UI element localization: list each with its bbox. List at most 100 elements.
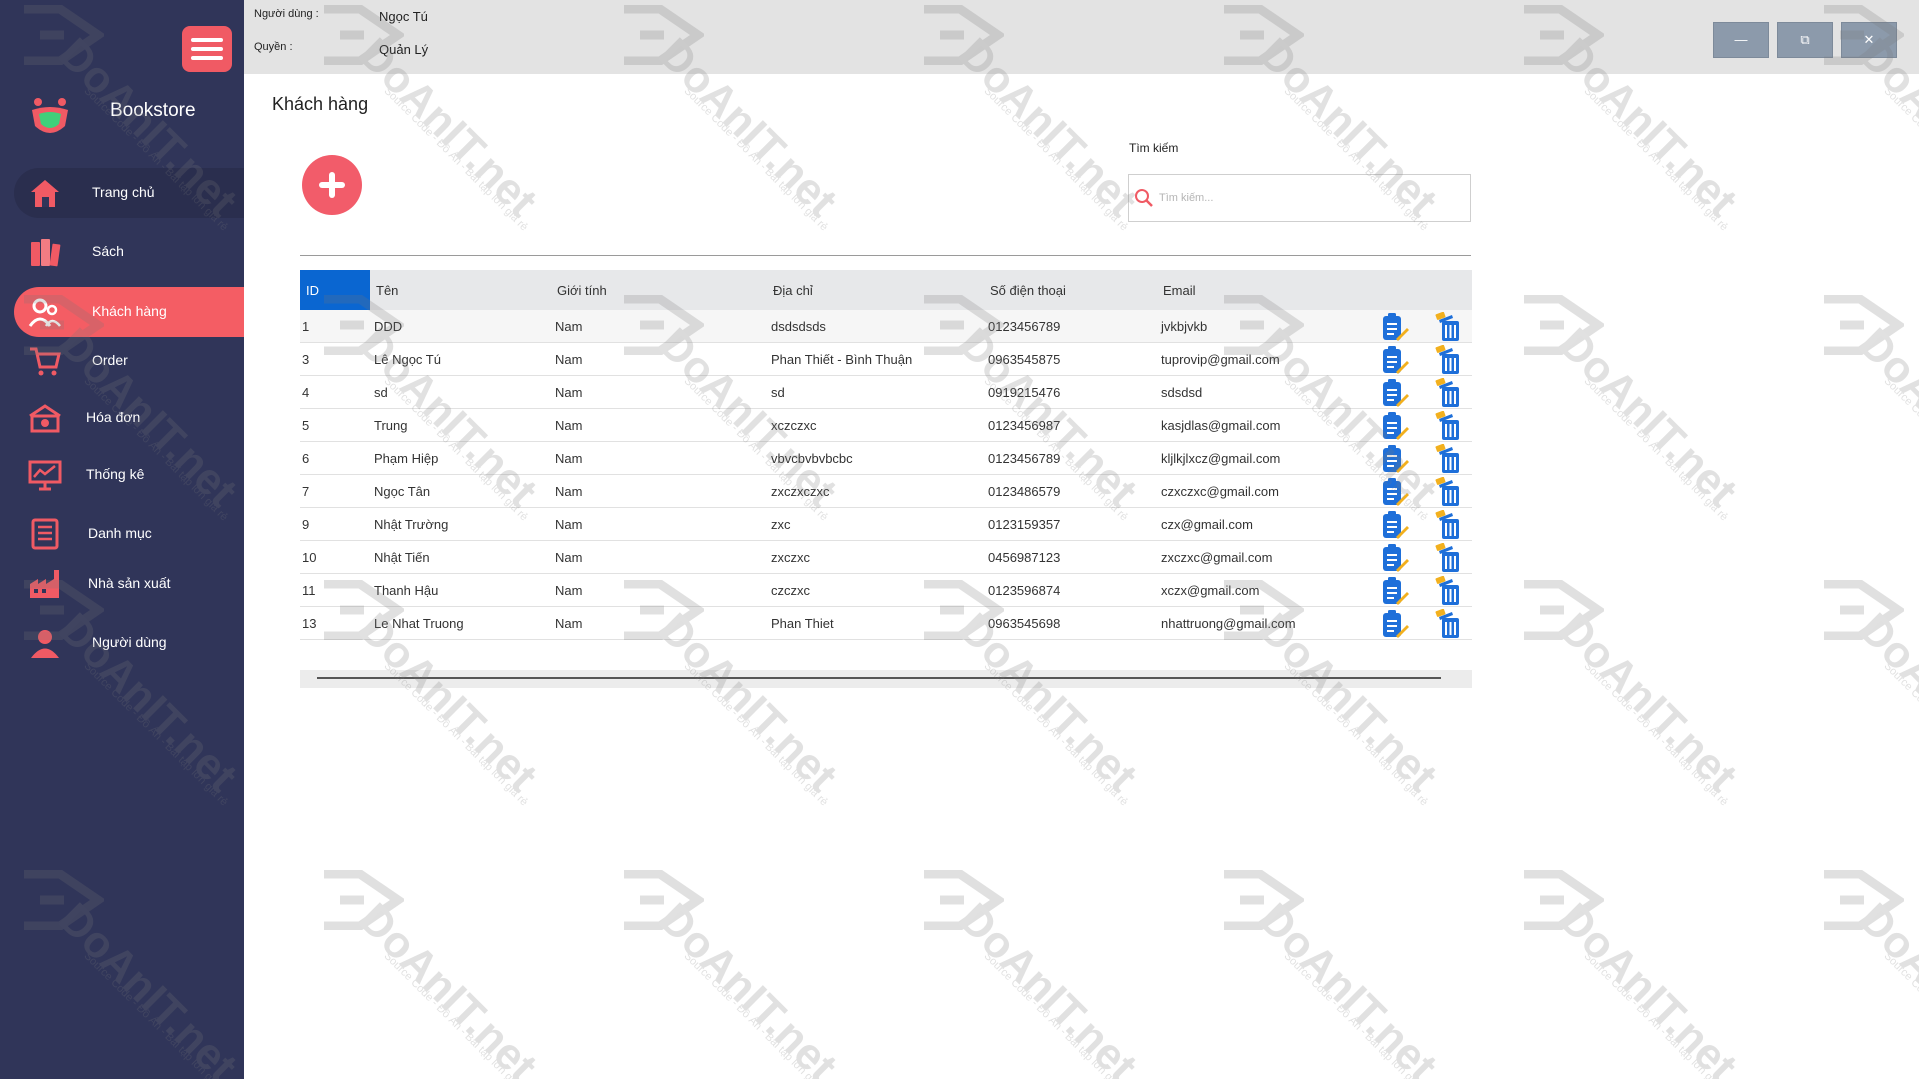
scrollbar-thumb[interactable]: [317, 677, 1441, 679]
edit-icon[interactable]: [1380, 576, 1410, 606]
brand: Bookstore: [26, 90, 236, 146]
watermark-logo-icon: [1524, 870, 1604, 930]
menu-toggle-button[interactable]: [182, 26, 232, 72]
edit-icon[interactable]: [1380, 477, 1410, 507]
table-row[interactable]: 4 sd Nam sd 0919215476 sdsdsd: [300, 376, 1472, 409]
delete-icon[interactable]: [1434, 608, 1464, 639]
hamburger-line: [191, 56, 223, 60]
table-row[interactable]: 13 Le Nhat Truong Nam Phan Thiet 0963545698 n…: [300, 607, 1472, 640]
delete-icon[interactable]: [1434, 476, 1464, 507]
search-input[interactable]: [1159, 187, 1459, 209]
cell-email: jvkbjvkb: [1161, 319, 1208, 334]
cell-email: tuprovip@gmail.com: [1161, 352, 1280, 367]
sidebar-item-users[interactable]: Người dùng: [14, 618, 244, 668]
table-row[interactable]: 3 Lê Ngọc Tú Nam Phan Thiết - Bình Thuận 096…: [300, 343, 1472, 376]
cell-gender: Nam: [555, 550, 583, 565]
add-customer-button[interactable]: [302, 155, 362, 215]
restore-button[interactable]: ⧉: [1777, 22, 1833, 58]
table-row[interactable]: 10 Nhật Tiến Nam zxczxc 0456987123 zxczxc@gma…: [300, 541, 1472, 574]
edit-icon[interactable]: [1380, 411, 1410, 441]
edit-icon[interactable]: [1380, 312, 1410, 342]
column-header-phone[interactable]: Số điện thoại: [990, 283, 1066, 298]
edit-icon[interactable]: [1380, 444, 1410, 474]
cell-gender: Nam: [555, 418, 583, 433]
cell-address: dsdsdsds: [771, 319, 826, 334]
cell-phone: 0456987123: [988, 550, 1061, 565]
sidebar-item-categories[interactable]: Danh mục: [14, 509, 244, 559]
sidebar-item-statistics[interactable]: Thống kê: [14, 450, 244, 500]
edit-icon[interactable]: [1380, 510, 1410, 540]
cell-email: kasjdlas@gmail.com: [1161, 418, 1281, 433]
cell-id: 7: [302, 484, 310, 499]
watermark-logo-icon: [1224, 870, 1304, 930]
cell-email: xczx@gmail.com: [1161, 583, 1260, 598]
delete-icon[interactable]: [1434, 575, 1464, 606]
cell-address: zxc: [771, 517, 791, 532]
delete-icon[interactable]: [1434, 311, 1464, 342]
column-header-gender[interactable]: Giới tính: [557, 283, 607, 298]
search-icon: [1135, 189, 1153, 207]
sidebar-item-label: Người dùng: [92, 634, 167, 650]
top-bar: Người dùng : Ngọc Tú Quyền : Quản Lý — ⧉…: [244, 0, 1919, 74]
sidebar-item-manufacturers[interactable]: Nhà sản xuất: [14, 559, 244, 609]
cell-phone: 0123456789: [988, 319, 1061, 334]
watermark-text: DoAnIT.net: [949, 894, 1147, 1079]
user-value: Ngọc Tú: [379, 9, 428, 24]
table-row[interactable]: 9 Nhật Trường Nam zxc 0123159357 czx@gmail.co…: [300, 508, 1472, 541]
watermark-text: DoAnIT.net: [1549, 894, 1747, 1079]
column-header-address[interactable]: Địa chỉ: [773, 283, 813, 298]
cart-icon: [30, 347, 61, 376]
sidebar-item-order[interactable]: Order: [14, 336, 244, 386]
watermark-text: DoAnIT.net: [1549, 604, 1747, 802]
watermark-subtext: Source Code - Đồ Án - Bài tập lớn giá rẻ: [1281, 950, 1430, 1079]
edit-icon[interactable]: [1380, 609, 1410, 639]
watermark-subtext: Source Code - Đồ Án - Bài tập lớn giá rẻ: [681, 85, 830, 234]
table-row[interactable]: 11 Thanh Hậu Nam czczxc 0123596874 xczx@gmail…: [300, 574, 1472, 607]
watermark-text: DoAnIT.net: [1849, 894, 1919, 1079]
cell-name: Trung: [374, 418, 408, 433]
column-header-email[interactable]: Email: [1163, 283, 1196, 298]
column-header-id[interactable]: ID: [300, 270, 370, 310]
watermark-text: DoAnIT.net: [349, 894, 547, 1079]
search-box: [1128, 174, 1471, 222]
table-row[interactable]: 6 Phạm Hiệp Nam vbvcbvbvbcbc 0123456789 kljlk…: [300, 442, 1472, 475]
invoice-icon: [29, 404, 61, 433]
cell-name: Ngọc Tân: [374, 484, 431, 499]
table-header: ID Tên Giới tính Địa chỉ Số điện thoại E…: [300, 270, 1472, 310]
cell-phone: 0919215476: [988, 385, 1061, 400]
cell-id: 9: [302, 517, 310, 532]
delete-icon[interactable]: [1434, 410, 1464, 441]
close-button[interactable]: ✕: [1841, 22, 1897, 58]
cell-name: Thanh Hậu: [374, 583, 439, 598]
sidebar-item-customers[interactable]: Khách hàng: [14, 287, 244, 337]
watermark-text: DoAnIT.net: [1249, 894, 1447, 1079]
table-row[interactable]: 1 DDD Nam dsdsdsds 0123456789 jvkbjvkb: [300, 310, 1472, 343]
delete-icon[interactable]: [1434, 443, 1464, 474]
edit-icon[interactable]: [1380, 345, 1410, 375]
sidebar-item-invoice[interactable]: Hóa đơn: [14, 393, 244, 443]
edit-icon[interactable]: [1380, 543, 1410, 573]
customers-icon: [28, 298, 61, 327]
delete-icon[interactable]: [1434, 344, 1464, 375]
horizontal-scrollbar[interactable]: [300, 670, 1472, 688]
watermark-subtext: Source Code - Đồ Án - Bài tập lớn giá rẻ: [1581, 85, 1730, 234]
sidebar-item-books[interactable]: Sách: [14, 227, 244, 277]
watermark-subtext: Source Code - Đồ Án - Bài tập lớn giá rẻ: [681, 950, 830, 1079]
watermark-subtext: Source Code - Đồ Án - Bài tập lớn giá rẻ: [1881, 85, 1919, 233]
column-header-name[interactable]: Tên: [376, 283, 398, 298]
edit-icon[interactable]: [1380, 378, 1410, 408]
bookstore-logo-icon: [32, 98, 68, 133]
minimize-button[interactable]: —: [1713, 22, 1769, 58]
cell-gender: Nam: [555, 319, 583, 334]
cell-address: Phan Thiết - Bình Thuận: [771, 352, 913, 367]
sidebar-item-home[interactable]: Trang chủ: [14, 168, 244, 218]
cell-phone: 0123456789: [988, 451, 1061, 466]
cell-email: nhattruong@gmail.com: [1161, 616, 1296, 631]
delete-icon[interactable]: [1434, 377, 1464, 408]
delete-icon[interactable]: [1434, 542, 1464, 573]
table-row[interactable]: 7 Ngọc Tân Nam zxczxczxc 0123486579 czxczxc@g…: [300, 475, 1472, 508]
watermark-subtext: Source Code - Đồ Án - Bài tập lớn giá rẻ: [1881, 375, 1919, 523]
cell-id: 4: [302, 385, 310, 400]
delete-icon[interactable]: [1434, 509, 1464, 540]
table-row[interactable]: 5 Trung Nam xczczxc 0123456987 kasjdlas@gmail…: [300, 409, 1472, 442]
